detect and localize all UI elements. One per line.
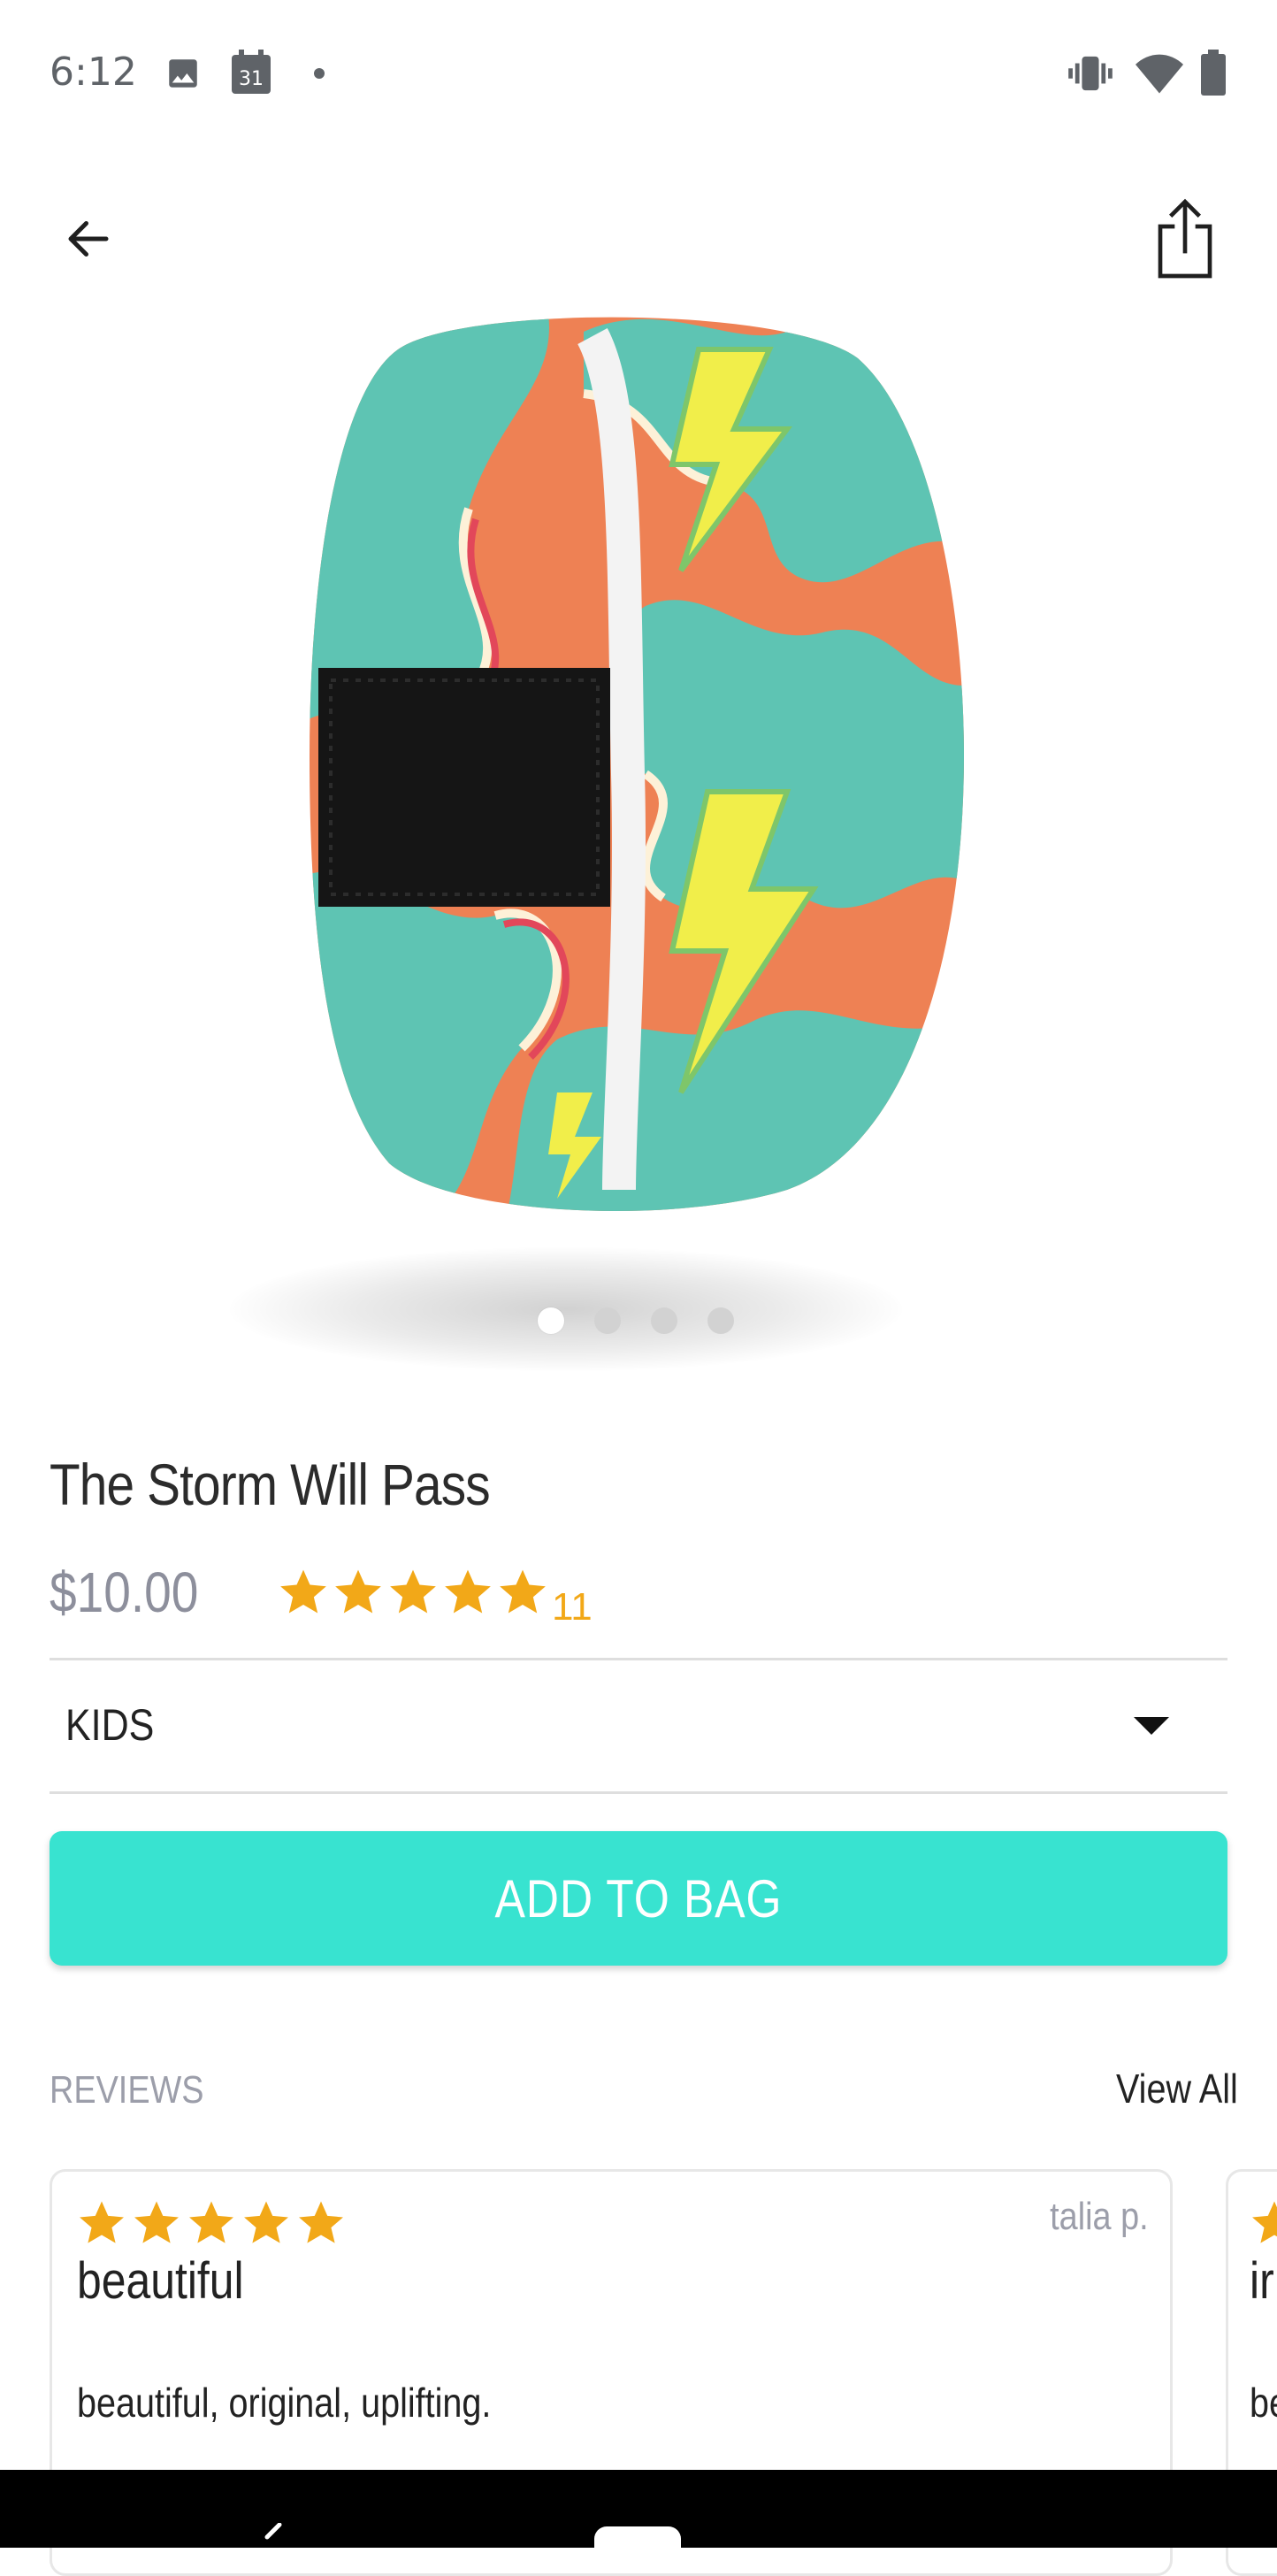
- star-icon: [445, 1569, 491, 1614]
- size-select[interactable]: KIDS: [50, 1660, 1227, 1793]
- carousel-dot-4[interactable]: [707, 1307, 734, 1334]
- rating-stars[interactable]: [278, 1567, 548, 1618]
- share-button[interactable]: [1150, 195, 1220, 283]
- status-bar: 6:12 31: [0, 0, 1277, 150]
- divider: [50, 1791, 1227, 1794]
- review-title: beautiful: [77, 2252, 244, 2310]
- add-to-bag-label: ADD TO BAG: [494, 1868, 783, 1928]
- calendar-day: 31: [239, 68, 264, 90]
- view-all-link[interactable]: View All: [1116, 2065, 1238, 2112]
- carousel-dot-3[interactable]: [651, 1307, 677, 1334]
- calendar-icon: 31: [230, 50, 272, 100]
- carousel-dot-1[interactable]: [538, 1307, 564, 1334]
- arrow-left-icon: [68, 221, 109, 257]
- add-to-bag-button[interactable]: ADD TO BAG: [50, 1831, 1227, 1966]
- review-body: beautiful, original, uplifting.: [77, 2380, 492, 2426]
- rating-count[interactable]: 11: [552, 1585, 593, 1629]
- star-icon: [189, 2201, 233, 2243]
- product-price: $10.00: [50, 1560, 199, 1624]
- back-button[interactable]: [53, 203, 124, 274]
- review-body: be: [1250, 2380, 1277, 2426]
- star-icon: [80, 2201, 124, 2243]
- star-icon: [335, 1569, 381, 1614]
- star-icon: [244, 2201, 288, 2243]
- star-icon: [500, 1569, 546, 1614]
- review-stars: [1250, 2198, 1277, 2248]
- battery-icon: [1201, 50, 1226, 100]
- system-nav-bar: [0, 2470, 1277, 2562]
- star-icon: [280, 1569, 326, 1614]
- vibrate-icon: [1068, 55, 1113, 96]
- image-icon: [164, 55, 202, 96]
- carousel-dots[interactable]: [538, 1307, 734, 1334]
- nav-back-icon[interactable]: [260, 2522, 287, 2552]
- status-time: 6:12: [50, 50, 137, 95]
- share-icon: [1158, 198, 1212, 279]
- wifi-icon: [1136, 53, 1183, 98]
- notification-dot-icon: [313, 67, 325, 84]
- dropdown-arrow-icon: [1134, 1717, 1169, 1735]
- nav-home-pill[interactable]: [594, 2526, 681, 2562]
- star-icon: [390, 1569, 436, 1614]
- star-icon: [134, 2201, 179, 2243]
- review-title: ir: [1250, 2252, 1274, 2310]
- product-image[interactable]: [292, 314, 999, 1225]
- review-stars: [77, 2198, 346, 2248]
- star-icon: [1252, 2201, 1277, 2243]
- review-author: talia p.: [1050, 2195, 1149, 2238]
- star-icon: [299, 2201, 343, 2243]
- size-select-value: KIDS: [65, 1700, 155, 1750]
- price-rating-row: $10.00 11: [50, 1557, 593, 1629]
- product-title: The Storm Will Pass: [50, 1452, 491, 1517]
- carousel-dot-2[interactable]: [594, 1307, 621, 1334]
- reviews-section-label: REVIEWS: [50, 2068, 204, 2112]
